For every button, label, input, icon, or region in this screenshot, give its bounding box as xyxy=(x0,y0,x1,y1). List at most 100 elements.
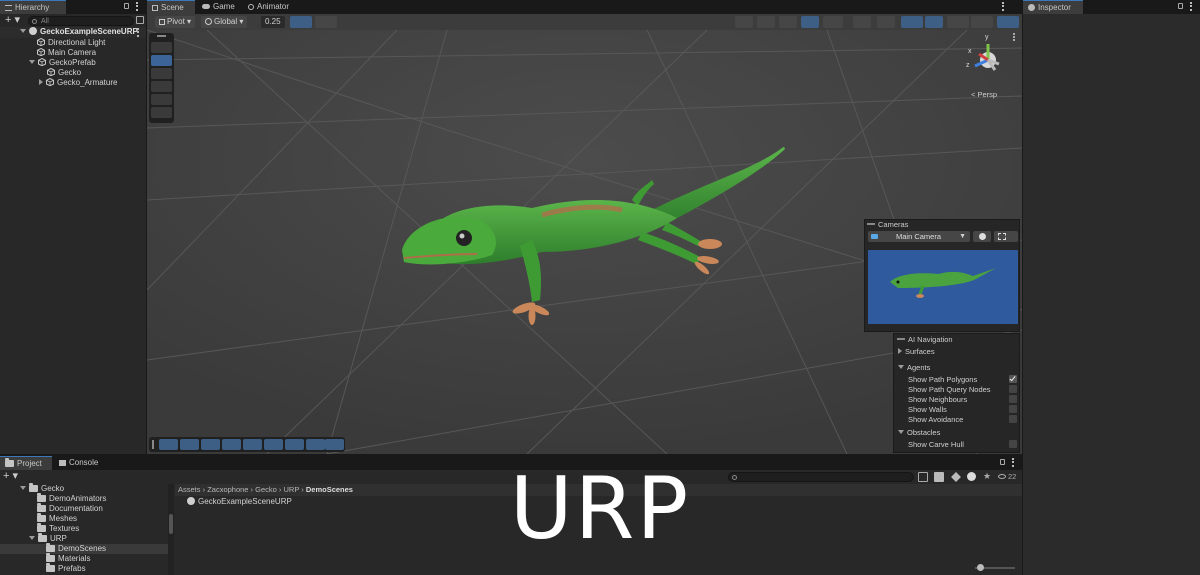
gizmos-toggle-icon[interactable] xyxy=(997,16,1019,28)
breadcrumb-item[interactable]: Assets xyxy=(178,485,201,494)
search-by-label-icon[interactable] xyxy=(934,472,944,482)
hierarchy-search-input[interactable]: All xyxy=(28,16,134,26)
slider-thumb[interactable] xyxy=(977,564,984,571)
agents-foldout[interactable]: Agents xyxy=(898,363,930,372)
show-walls-checkbox[interactable] xyxy=(1009,405,1017,413)
folder-item[interactable]: Textures xyxy=(37,523,79,534)
hierarchy-item[interactable]: Gecko_Armature xyxy=(39,78,117,88)
show-path-polygons-checkbox[interactable] xyxy=(1009,374,1017,383)
pivot-dropdown[interactable]: Pivot ▾ xyxy=(155,16,196,28)
toolbar-grip-icon[interactable] xyxy=(152,440,154,449)
lighting-toggle-icon[interactable] xyxy=(877,16,895,28)
scene-orientation-gizmo[interactable]: y z x xyxy=(965,34,1009,78)
search-by-type-icon[interactable] xyxy=(918,472,928,482)
cameras-title-row[interactable]: Cameras xyxy=(867,220,908,230)
show-path-query-nodes-checkbox[interactable] xyxy=(1009,385,1017,393)
folder-item[interactable]: Meshes xyxy=(37,513,77,524)
transform-tool-icon[interactable] xyxy=(151,107,172,118)
show-avoidance-option[interactable]: Show Avoidance xyxy=(908,415,963,424)
folder-item-selected[interactable]: DemoScenes xyxy=(0,543,168,554)
scale-tool-icon[interactable] xyxy=(151,81,172,92)
rect-tool-icon[interactable] xyxy=(151,94,172,105)
shading-shaded-icon[interactable] xyxy=(801,16,819,28)
scrollbar-thumb[interactable] xyxy=(169,514,173,534)
folder-item[interactable]: DemoAnimators xyxy=(37,493,106,504)
snap-settings-icon[interactable] xyxy=(315,16,337,28)
scene-view[interactable]: y z x < Persp Cameras Main Camera ▼ AI N… xyxy=(147,30,1022,454)
move-handle-icon[interactable] xyxy=(159,439,178,450)
ai-nav-title-row[interactable]: AI Navigation xyxy=(897,335,953,345)
tab-inspector[interactable]: Inspector xyxy=(1023,0,1083,14)
scene-more-icon[interactable] xyxy=(1002,2,1004,11)
scene-menu-icon[interactable] xyxy=(137,28,139,37)
expand-arrow-icon[interactable] xyxy=(29,536,35,540)
lock-icon[interactable] xyxy=(124,3,129,9)
show-path-query-nodes-option[interactable]: Show Path Query Nodes xyxy=(908,385,991,394)
show-walls-option[interactable]: Show Walls xyxy=(908,405,947,414)
folder-item[interactable]: Gecko xyxy=(20,483,64,494)
zoom-icon[interactable] xyxy=(264,439,283,450)
grid-snap-input[interactable]: 0.25 xyxy=(261,16,285,28)
folder-item[interactable]: Prefabs xyxy=(46,563,86,574)
breadcrumb-item[interactable]: Gecko xyxy=(255,485,277,494)
show-neighbours-option[interactable]: Show Neighbours xyxy=(908,395,967,404)
pan-icon[interactable] xyxy=(285,439,304,450)
expand-arrow-icon[interactable] xyxy=(20,486,26,490)
palette-grip-icon[interactable] xyxy=(157,35,166,37)
create-asset-icon[interactable]: + ▾ xyxy=(3,471,18,482)
show-carve-hull-checkbox[interactable] xyxy=(1009,440,1017,448)
camera-preview-icon[interactable] xyxy=(306,439,325,450)
show-neighbours-checkbox[interactable] xyxy=(1009,395,1017,403)
expand-arrow-icon[interactable] xyxy=(20,29,26,33)
hierarchy-item[interactable]: Gecko xyxy=(47,68,81,78)
add-icon[interactable]: + ▾ xyxy=(5,15,20,26)
tab-game[interactable]: Game xyxy=(197,0,241,14)
obstacles-foldout[interactable]: Obstacles xyxy=(898,428,940,437)
icon-size-slider[interactable] xyxy=(975,564,1015,571)
global-dropdown[interactable]: Global ▾ xyxy=(201,16,248,28)
compass-icon[interactable] xyxy=(325,439,344,450)
show-avoidance-checkbox[interactable] xyxy=(1009,415,1017,423)
folder-item[interactable]: Documentation xyxy=(37,503,103,514)
file-item[interactable]: GeckoExampleSceneURP xyxy=(187,497,292,507)
more-options-icon[interactable] xyxy=(1190,2,1192,11)
move-tool-icon[interactable] xyxy=(151,55,172,66)
breadcrumb-item[interactable]: Zacxophone xyxy=(207,485,248,494)
tab-hierarchy[interactable]: Hierarchy xyxy=(0,0,66,14)
show-carve-hull-option[interactable]: Show Carve Hull xyxy=(908,440,964,449)
tab-console[interactable]: Console xyxy=(54,456,110,470)
hierarchy-item[interactable]: Main Camera xyxy=(37,48,96,58)
scene-overlay-menu-icon[interactable] xyxy=(1013,33,1015,41)
breadcrumb-item-current[interactable]: DemoScenes xyxy=(306,485,353,494)
show-path-polygons-option[interactable]: Show Path Polygons xyxy=(908,375,977,384)
lock-icon[interactable] xyxy=(1178,3,1183,9)
2d-toggle-icon[interactable] xyxy=(853,16,871,28)
camera-select-dropdown[interactable]: Main Camera ▼ xyxy=(868,231,970,242)
shading-wire-icon[interactable] xyxy=(757,16,775,28)
project-search-input[interactable] xyxy=(728,472,914,482)
surfaces-foldout[interactable]: Surfaces xyxy=(898,347,935,356)
favorite-star-icon[interactable]: ★ xyxy=(983,471,991,482)
hidden-packages-count[interactable]: 22 xyxy=(998,472,1016,481)
shading-solid-icon[interactable] xyxy=(779,16,797,28)
folder-item[interactable]: Materials xyxy=(46,553,90,564)
warning-filter-icon[interactable] xyxy=(967,472,976,481)
breadcrumb-item[interactable]: URP xyxy=(284,485,300,494)
grid-icon[interactable] xyxy=(201,439,220,450)
debug-draw-icon[interactable] xyxy=(823,16,843,28)
hierarchy-item[interactable]: GeckoPrefab xyxy=(29,58,96,68)
search-options-icon[interactable] xyxy=(136,16,144,24)
navmesh-icon[interactable] xyxy=(243,439,262,450)
folder-tree-scrollbar[interactable] xyxy=(168,484,174,575)
camera-info-button[interactable] xyxy=(973,231,991,242)
search-by-importlog-icon[interactable] xyxy=(951,472,961,482)
hierarchy-item[interactable]: Directional Light xyxy=(37,38,105,48)
orientation-gizmo-icon[interactable] xyxy=(735,16,753,28)
effects-toggle-icon[interactable] xyxy=(901,16,923,28)
scene-root-row[interactable]: GeckoExampleSceneURP xyxy=(0,27,146,38)
grid-toggle-icon[interactable] xyxy=(290,16,312,28)
hand-tool-icon[interactable] xyxy=(151,42,172,53)
tab-animator[interactable]: Animator xyxy=(243,0,303,14)
hidden-objects-icon[interactable] xyxy=(947,16,969,28)
collapse-arrow-icon[interactable] xyxy=(39,79,43,85)
